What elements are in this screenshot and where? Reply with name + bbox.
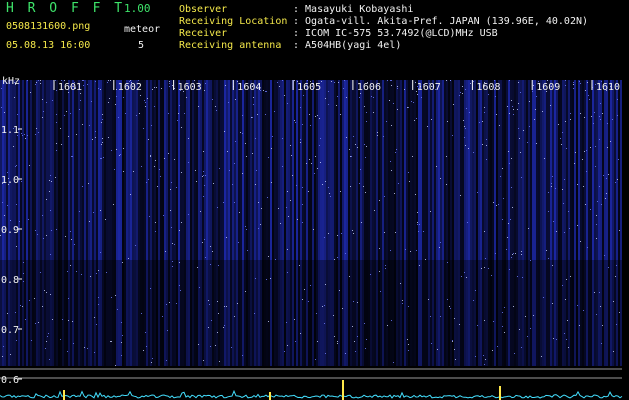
frequency-tick-label: 1.0 (1, 175, 19, 186)
observer-value: : Masayuki Kobayashi (293, 4, 414, 15)
meteor-count: 5 (138, 40, 145, 51)
spectrogram-panel: kHz 1.1 1.0 0.9 0.8 0.7 0.6 1601 1602 1603 1604 16… (0, 76, 623, 400)
app-name: H R O F F T (6, 1, 126, 16)
frequency-tick-label: 0.6 (1, 375, 19, 386)
frequency-tick-label: 1.1 (1, 125, 19, 136)
signal-trace (0, 380, 623, 400)
time-tick-label: 1603 (178, 82, 202, 93)
receiver-label: Receiver (179, 28, 228, 39)
antenna-value: : A504HB(yagi 4el) (293, 40, 402, 51)
time-tick-label: 1605 (297, 82, 321, 93)
receiver-value: : ICOM IC-575 53.7492(@LCD)MHz USB (293, 28, 498, 39)
mode-label: meteor (124, 24, 161, 35)
antenna-label: Receiving antenna (179, 40, 282, 51)
frequency-tick-label: 0.8 (1, 275, 19, 286)
time-tick-label: 1601 (58, 82, 82, 93)
frequency-tick-label: 0.7 (1, 325, 19, 336)
date-time: 05.08.13 16:00 (6, 40, 91, 51)
time-tick-label: 1610 (596, 82, 620, 93)
location-label: Receiving Location (179, 16, 288, 27)
time-tick-label: 1607 (417, 82, 441, 93)
frequency-tick-label: 0.9 (1, 225, 19, 236)
location-value: : Ogata-vill. Akita-Pref. JAPAN (139.96E… (293, 16, 589, 27)
frequency-unit-label: kHz (2, 76, 20, 87)
time-tick-label: 1609 (536, 82, 560, 93)
time-tick-label: 1606 (357, 82, 381, 93)
time-tick-label: 1604 (237, 82, 261, 93)
app-version: 1.00 (124, 2, 151, 15)
noise-layer (0, 80, 622, 370)
file-name: 0508131600.png (6, 21, 91, 32)
time-tick-label: 1608 (476, 82, 500, 93)
time-tick-label: 1602 (118, 82, 142, 93)
observer-label: Observer (179, 4, 228, 15)
